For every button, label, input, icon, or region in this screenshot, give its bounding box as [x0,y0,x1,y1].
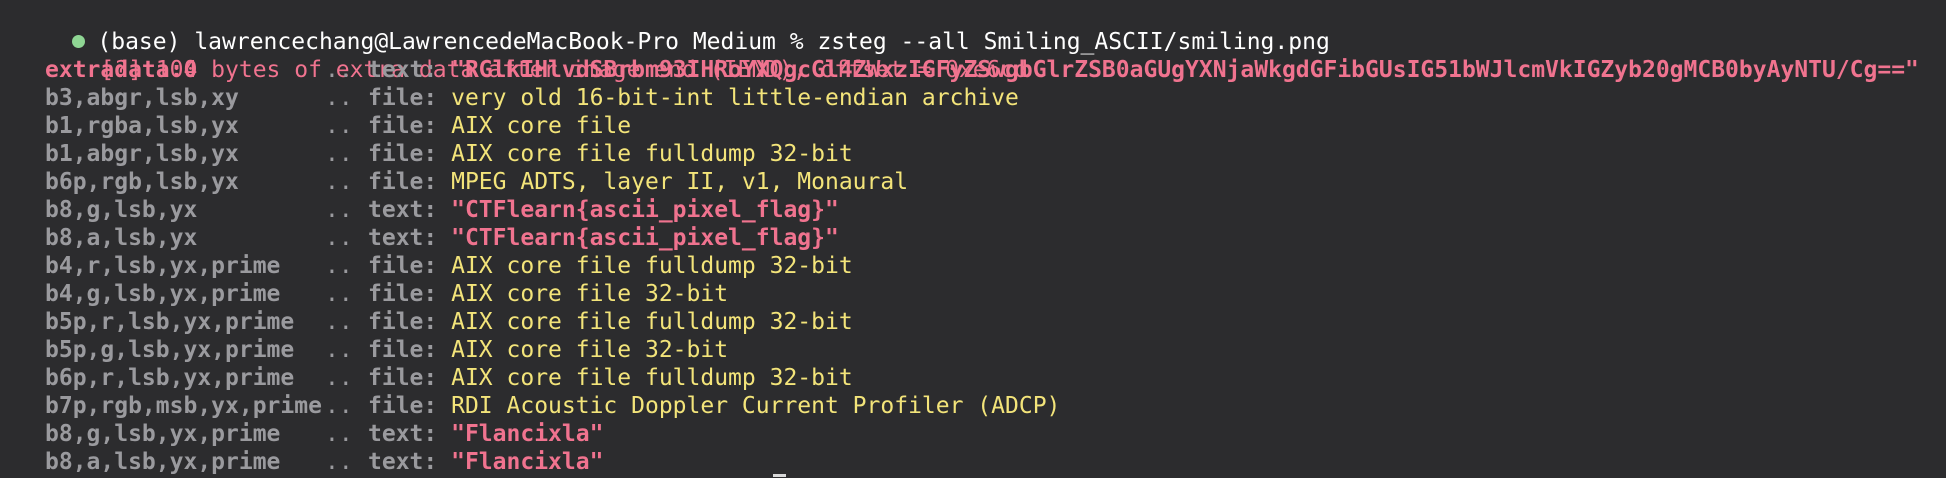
row-label: b8,a,lsb,yx,prime [45,449,281,475]
row-label: b6p,r,lsb,yx,prime [45,365,295,391]
row-label: b6p,rgb,lsb,yx [45,169,239,195]
row-label: b4,g,lsb,yx,prime [45,281,281,307]
row-value: RDI Acoustic Doppler Current Profiler (A… [451,393,1061,419]
row-separator: .. [325,85,353,111]
row-kind: file: [368,365,438,391]
prompt-line: (base) lawrencechang@LawrencedeMacBook-P… [0,0,1330,55]
row-separator: .. [325,225,353,251]
output-row: b6p,rgb,lsb,yx.. file: MPEG ADTS, layer I… [0,168,908,196]
row-kind: text: [368,449,438,475]
row-separator: .. [325,253,353,279]
output-row: b1,abgr,lsb,yx.. file: AIX core file full… [0,140,853,168]
row-label: extradata:0 [45,57,198,83]
output-row: b8,a,lsb,yx.. text: "CTFlearn{ascii_pixel… [0,224,839,252]
row-kind: file: [368,169,438,195]
row-value: AIX core file fulldump 32-bit [451,141,853,167]
row-separator: .. [325,113,353,139]
output-row: b4,r,lsb,yx,prime.. file: AIX core file f… [0,252,853,280]
output-row: b8,a,lsb,yx,prime.. text: "Flancixla" [0,448,603,476]
row-kind: file: [368,309,438,335]
row-kind: file: [368,337,438,363]
row-kind: file: [368,141,438,167]
row-label: b1,rgba,lsb,yx [45,113,239,139]
row-label: b8,g,lsb,yx,prime [45,421,281,447]
row-value: "CTFlearn{ascii_pixel_flag}" [451,197,839,223]
row-separator: .. [325,57,353,83]
row-separator: .. [325,449,353,475]
row-value: AIX core file [451,113,632,139]
row-label: b3,abgr,lsb,xy [45,85,239,111]
output-row: b7p,rgb,msb,yx,prime.. file: RDI Acoustic… [0,392,1060,420]
terminal-window[interactable]: (base) lawrencechang@LawrencedeMacBook-P… [0,0,1946,478]
row-label: b8,g,lsb,yx [45,197,198,223]
row-kind: text: [368,197,438,223]
output-row: extradata:0.. text: "RGlkIHlvdSBrbm93IHRo… [0,56,1919,84]
row-value: AIX core file fulldump 32-bit [451,309,853,335]
output-row: b8,g,lsb,yx,prime.. text: "Flancixla" [0,420,603,448]
row-value: AIX core file 32-bit [451,281,729,307]
row-value: AIX core file fulldump 32-bit [451,253,853,279]
row-separator: .. [325,337,353,363]
warning-line: [?] 104 bytes of extra data after image … [0,28,1028,83]
row-kind: file: [368,393,438,419]
row-kind: file: [368,85,438,111]
output-row: b5p,r,lsb,yx,prime.. file: AIX core file … [0,308,853,336]
row-kind: text: [368,421,438,447]
row-kind: file: [368,113,438,139]
row-value: MPEG ADTS, layer II, v1, Monaural [451,169,909,195]
row-separator: .. [325,281,353,307]
row-value: "RGlkIHlvdSBrbm93IHRoYXQgcGl4ZWxzIGFyZSw… [451,57,1919,83]
row-value: "CTFlearn{ascii_pixel_flag}" [451,225,839,251]
output-row: b1,rgba,lsb,yx.. file: AIX core file [0,112,631,140]
row-kind: file: [368,253,438,279]
row-label: b5p,r,lsb,yx,prime [45,309,295,335]
row-label: b5p,g,lsb,yx,prime [45,337,295,363]
row-kind: text: [368,57,438,83]
row-value: "Flancixla" [451,449,604,475]
row-separator: .. [325,197,353,223]
row-value: very old 16-bit-int little-endian archiv… [451,85,1019,111]
row-kind: file: [368,281,438,307]
row-label: b1,abgr,lsb,yx [45,141,239,167]
row-value: AIX core file fulldump 32-bit [451,365,853,391]
output-row: b8,g,lsb,yx.. text: "CTFlearn{ascii_pixel… [0,196,839,224]
output-row: b6p,r,lsb,yx,prime.. file: AIX core file … [0,364,853,392]
row-separator: .. [325,169,353,195]
row-label: b8,a,lsb,yx [45,225,198,251]
row-separator: .. [325,365,353,391]
row-separator: .. [325,141,353,167]
row-kind: text: [368,225,438,251]
text-cursor [773,474,786,477]
row-separator: .. [325,309,353,335]
row-separator: .. [325,393,353,419]
row-label: b4,r,lsb,yx,prime [45,253,281,279]
output-row: b5p,g,lsb,yx,prime.. file: AIX core file … [0,336,728,364]
row-separator: .. [325,421,353,447]
output-row: b3,abgr,lsb,xy.. file: very old 16-bit-in… [0,84,1019,112]
output-row: b4,g,lsb,yx,prime.. file: AIX core file 3… [0,280,728,308]
row-label: b7p,rgb,msb,yx,prime [45,393,322,419]
row-value: AIX core file 32-bit [451,337,729,363]
row-value: "Flancixla" [451,421,604,447]
